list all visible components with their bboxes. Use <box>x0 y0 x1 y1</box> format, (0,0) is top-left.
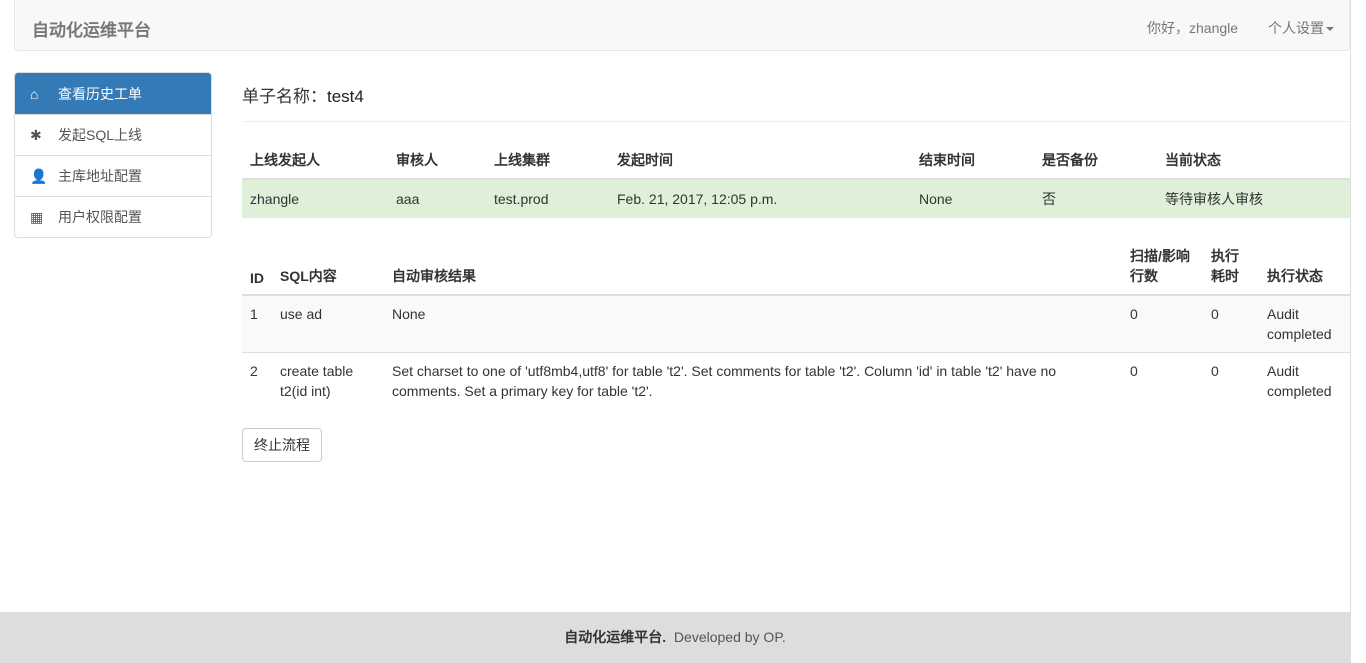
cell: 否 <box>1034 179 1157 218</box>
title-value: test4 <box>327 87 364 106</box>
sidebar-item-history[interactable]: ⌂ 查看历史工单 <box>15 73 211 114</box>
cell: 等待审核人审核 <box>1157 179 1350 218</box>
table-row: zhangle aaa test.prod Feb. 21, 2017, 12:… <box>242 179 1350 218</box>
cell: aaa <box>388 179 486 218</box>
home-icon: ⌂ <box>30 85 39 102</box>
sidebar-item-label: 发起SQL上线 <box>58 127 143 143</box>
sidebar-item-label: 查看历史工单 <box>58 85 142 102</box>
cell: test.prod <box>486 179 609 218</box>
scrollbar[interactable] <box>1350 0 1351 663</box>
footer-brand: 自动化运维平台. <box>564 629 667 645</box>
sidebar: ⌂ 查看历史工单 ✱ 发起SQL上线 👤 主库地址配置 ▦ 用户权限配置 <box>14 72 212 238</box>
cell: zhangle <box>242 179 388 218</box>
cell: Audit completed <box>1259 352 1350 409</box>
column-header: 上线集群 <box>486 142 609 180</box>
asterisk-icon: ✱ <box>30 126 42 143</box>
table-row: 1 use ad None 0 0 Audit completed <box>242 295 1350 353</box>
cell: Audit completed <box>1259 295 1350 353</box>
sql-table: ID SQL内容 自动审核结果 扫描/影响行数 执行耗时 执行状态 1 use … <box>242 238 1350 409</box>
cell: 0 <box>1122 295 1203 353</box>
caret-down-icon <box>1326 27 1334 32</box>
cell: create table t2(id int) <box>272 352 384 409</box>
cell: 2 <box>242 352 272 409</box>
column-header: SQL内容 <box>272 238 384 296</box>
cell: 0 <box>1122 352 1203 409</box>
cell: 1 <box>242 295 272 353</box>
sidebar-item-submit-sql[interactable]: ✱ 发起SQL上线 <box>15 114 211 155</box>
footer: 自动化运维平台. Developed by OP. <box>0 612 1350 663</box>
divider <box>242 121 1350 122</box>
cell: 0 <box>1203 352 1259 409</box>
cell: None <box>384 295 1122 353</box>
sidebar-item-label: 主库地址配置 <box>58 168 142 184</box>
sidebar-item-permissions[interactable]: ▦ 用户权限配置 <box>15 196 211 237</box>
column-header: 上线发起人 <box>242 142 388 180</box>
column-header: 执行耗时 <box>1203 238 1259 296</box>
sidebar-item-master-config[interactable]: 👤 主库地址配置 <box>15 155 211 196</box>
settings-dropdown[interactable]: 个人设置 <box>1268 18 1334 38</box>
column-header: 审核人 <box>388 142 486 180</box>
column-header: 执行状态 <box>1259 238 1350 296</box>
cell: Feb. 21, 2017, 12:05 p.m. <box>609 179 911 218</box>
column-header: 扫描/影响行数 <box>1122 238 1203 296</box>
order-table: 上线发起人 审核人 上线集群 发起时间 结束时间 是否备份 当前状态 zhang… <box>242 142 1350 218</box>
grid-icon: ▦ <box>30 208 44 225</box>
column-header: 当前状态 <box>1157 142 1350 180</box>
cell: use ad <box>272 295 384 353</box>
stop-workflow-button[interactable]: 终止流程 <box>242 428 322 462</box>
cell: 0 <box>1203 295 1259 353</box>
column-header: 是否备份 <box>1034 142 1157 180</box>
cell: Set charset to one of 'utf8mb4,utf8' for… <box>384 352 1122 409</box>
footer-text: Developed by OP. <box>673 629 786 645</box>
column-header: 自动审核结果 <box>384 238 1122 296</box>
column-header: 结束时间 <box>911 142 1034 180</box>
column-header: 发起时间 <box>609 142 911 180</box>
sidebar-item-label: 用户权限配置 <box>58 209 142 225</box>
column-header: ID <box>242 238 272 296</box>
page-title: 单子名称：test4 <box>242 82 364 107</box>
table-row: 2 create table t2(id int) Set charset to… <box>242 352 1350 409</box>
settings-label: 个人设置 <box>1268 20 1324 36</box>
brand[interactable]: 自动化运维平台 <box>32 16 151 41</box>
title-label: 单子名称： <box>242 87 327 106</box>
navbar: 自动化运维平台 你好，zhangle 个人设置 <box>14 0 1350 51</box>
user-icon: 👤 <box>30 167 48 184</box>
greeting: 你好，zhangle <box>1147 20 1239 36</box>
cell: None <box>911 179 1034 218</box>
